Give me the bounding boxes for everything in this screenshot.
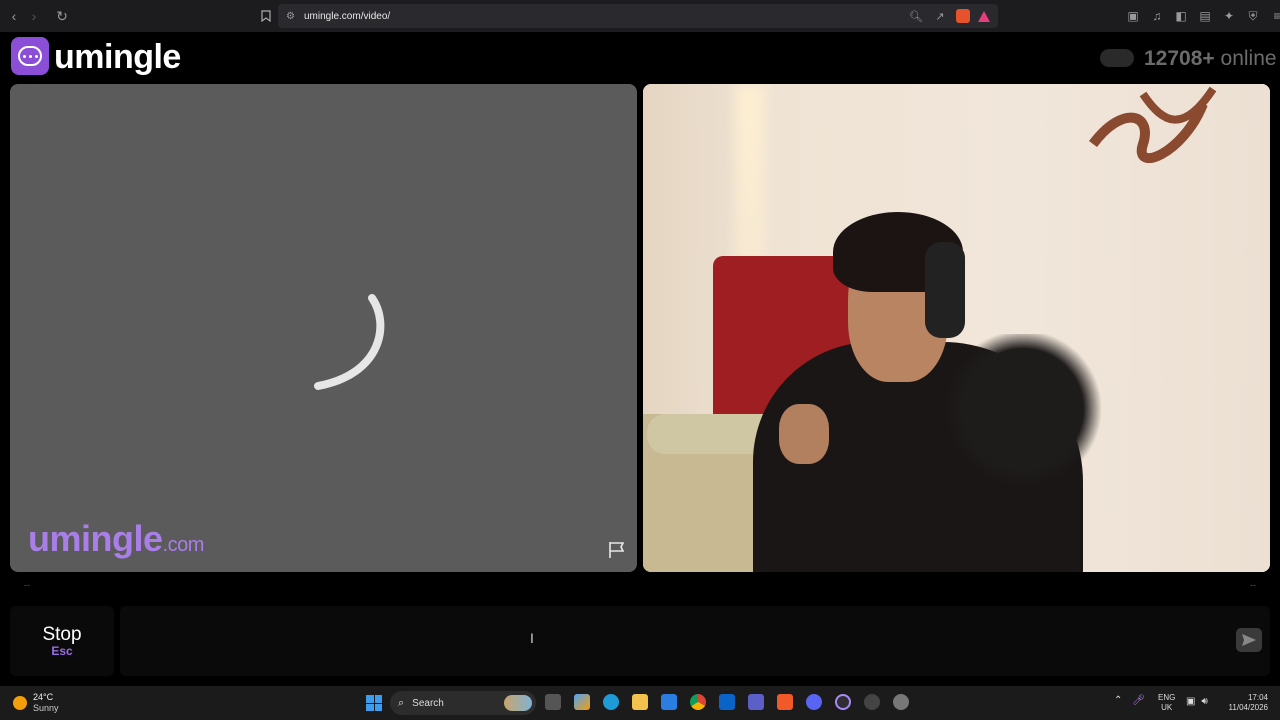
reload-icon[interactable]: ↻ bbox=[52, 6, 72, 26]
obs-icon[interactable] bbox=[835, 694, 851, 710]
report-flag-icon[interactable] bbox=[607, 540, 627, 560]
search-highlight-icon bbox=[504, 695, 532, 711]
media-icon[interactable]: ♫ bbox=[1148, 6, 1166, 26]
chrome-icon[interactable] bbox=[690, 694, 706, 710]
edge-browser-icon[interactable] bbox=[603, 694, 619, 710]
bookmark-icon[interactable] bbox=[256, 6, 276, 26]
screenshot-icon[interactable]: ▣ bbox=[1124, 6, 1142, 26]
status-strip: -- -- bbox=[10, 576, 1270, 600]
weather-temperature[interactable]: 24°C bbox=[33, 692, 53, 702]
watermark-suffix: .com bbox=[162, 534, 205, 556]
url-text: umingle.com/video/ bbox=[304, 10, 391, 22]
file-explorer-icon[interactable] bbox=[632, 694, 648, 710]
search-icon: ⌕ bbox=[398, 696, 405, 709]
brave-browser-icon[interactable] bbox=[777, 694, 793, 710]
task-view-icon[interactable] bbox=[545, 694, 561, 710]
clock-date: 11/04/2026 bbox=[1228, 703, 1268, 712]
brave-shields-icon[interactable] bbox=[956, 9, 970, 23]
back-arrow-icon[interactable]: ‹ bbox=[4, 6, 24, 26]
text-cursor-icon: I bbox=[530, 630, 534, 646]
vpn-icon[interactable]: ⛨ bbox=[1244, 6, 1262, 26]
status-right: -- bbox=[1250, 580, 1256, 590]
send-button[interactable] bbox=[1236, 628, 1262, 652]
address-bar[interactable]: ⚙ umingle.com/video/ 🔍︎ ↗ bbox=[278, 4, 998, 28]
browser-toolbar: ‹ › ↻ ⚙ umingle.com/video/ 🔍︎ ↗ ▣ ♫ ◧ ▤ … bbox=[0, 0, 1280, 32]
share-icon[interactable]: ↗ bbox=[932, 8, 948, 24]
stop-button[interactable]: Stop Esc bbox=[10, 606, 114, 676]
language-indicator[interactable]: ENG UK bbox=[1158, 693, 1175, 713]
windows-taskbar: 24°C Sunny ⌕ Search ⌃ 🎤︎ ENG UK ▣ 🔊︎ 17:… bbox=[0, 686, 1280, 720]
microsoft-store-icon[interactable] bbox=[661, 694, 677, 710]
sidebar-icon[interactable]: ◧ bbox=[1172, 6, 1190, 26]
language-code: ENG bbox=[1158, 693, 1176, 702]
online-toggle[interactable] bbox=[1100, 49, 1134, 67]
tray-overflow-icon[interactable]: ⌃ bbox=[1114, 695, 1122, 706]
taskbar-clock[interactable]: 17:04 11/04/2026 bbox=[1224, 693, 1268, 713]
status-left: -- bbox=[24, 580, 30, 590]
microphone-icon[interactable]: 🎤︎ bbox=[1132, 695, 1145, 706]
wallet-icon[interactable]: ▤ bbox=[1196, 6, 1214, 26]
taskbar-search-label: Search bbox=[412, 697, 444, 709]
chat-message-input[interactable]: I bbox=[120, 606, 1270, 676]
zoom-icon[interactable]: 🔍︎ bbox=[908, 8, 924, 24]
wall-art-decor bbox=[1089, 86, 1217, 164]
leo-ai-icon[interactable]: ✦ bbox=[1220, 6, 1238, 26]
site-info-icon[interactable]: ⚙ bbox=[286, 11, 298, 22]
network-icon[interactable]: ▣ bbox=[1186, 696, 1195, 707]
stop-button-label: Stop bbox=[42, 624, 82, 645]
copilot-icon[interactable] bbox=[574, 694, 590, 710]
menu-icon[interactable]: ≡ bbox=[1268, 6, 1280, 26]
settings-gear-icon[interactable] bbox=[893, 694, 909, 710]
weather-description[interactable]: Sunny bbox=[33, 703, 59, 713]
app-icon[interactable] bbox=[864, 694, 880, 710]
stranger-video-panel: umingle.com bbox=[10, 84, 637, 572]
headset bbox=[925, 242, 965, 338]
umingle-watermark: umingle.com bbox=[28, 518, 204, 560]
online-counter: 12708+ online bbox=[1144, 47, 1277, 71]
person-hand bbox=[779, 404, 829, 464]
loading-spinner-icon bbox=[314, 294, 385, 390]
brave-rewards-icon[interactable] bbox=[978, 10, 990, 22]
outlook-icon[interactable] bbox=[719, 694, 735, 710]
self-camera-panel bbox=[643, 84, 1270, 572]
forward-arrow-icon[interactable]: › bbox=[24, 6, 44, 26]
volume-icon[interactable]: 🔊︎ bbox=[1201, 696, 1207, 707]
clock-time: 17:04 bbox=[1247, 693, 1268, 702]
online-count-label: online bbox=[1220, 47, 1277, 70]
discord-icon[interactable] bbox=[806, 694, 822, 710]
taskbar-search[interactable]: ⌕ Search bbox=[390, 691, 536, 715]
online-count-number: 12708+ bbox=[1144, 47, 1215, 70]
site-logo-text[interactable]: umingle bbox=[54, 38, 181, 77]
watermark-main: umingle bbox=[28, 518, 163, 559]
keyboard-region: UK bbox=[1161, 703, 1173, 712]
umingle-logo-icon[interactable] bbox=[11, 37, 49, 75]
fur-collar bbox=[943, 334, 1103, 484]
send-icon bbox=[1242, 634, 1256, 646]
stop-shortcut-key: Esc bbox=[51, 644, 73, 658]
sun-weather-icon[interactable] bbox=[13, 696, 27, 710]
windows-start-icon[interactable] bbox=[366, 695, 382, 711]
teams-icon[interactable] bbox=[748, 694, 764, 710]
